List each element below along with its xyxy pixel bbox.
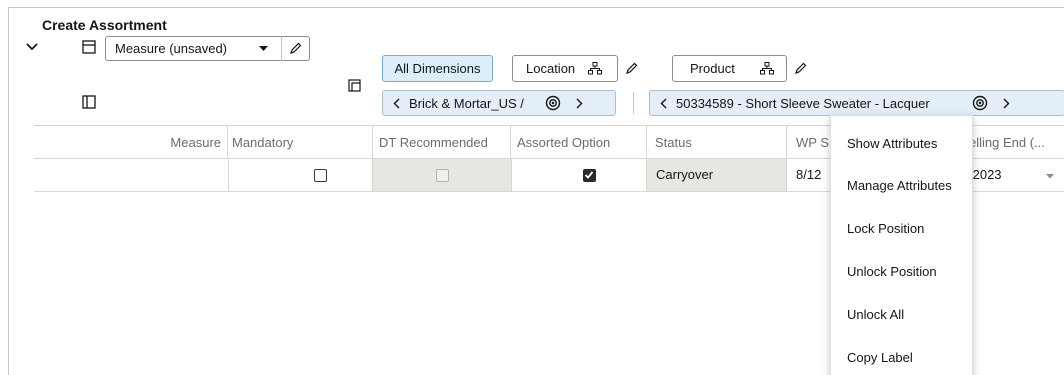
menu-item-unlock-all[interactable]: Unlock All: [847, 307, 904, 322]
previous-location-chevron-icon[interactable]: [383, 98, 409, 109]
dropdown-caret-icon[interactable]: [254, 45, 274, 52]
assorted-option-checkbox[interactable]: [583, 169, 596, 183]
collapse-chevron-down-icon[interactable]: [23, 37, 41, 57]
menu-item-manage-attributes[interactable]: Manage Attributes: [847, 178, 952, 193]
column-header-selling-end[interactable]: elling End (...: [969, 126, 1064, 159]
target-focus-icon[interactable]: [539, 95, 567, 111]
edit-pencil-icon[interactable]: [282, 42, 309, 55]
edit-product-pencil-icon[interactable]: [789, 58, 811, 78]
column-header-measure[interactable]: Measure: [34, 126, 228, 159]
hierarchy-icon[interactable]: [584, 62, 606, 75]
menu-item-lock-position[interactable]: Lock Position: [847, 221, 924, 236]
column-header-wp-start[interactable]: WP S: [787, 126, 832, 159]
context-menu: Show Attributes Manage Attributes Lock P…: [830, 115, 973, 375]
all-dimensions-button[interactable]: All Dimensions: [382, 55, 493, 82]
dt-recommended-cell: [373, 159, 512, 191]
column-header-status[interactable]: Status: [647, 126, 787, 159]
column-header-mandatory[interactable]: Mandatory: [228, 126, 373, 159]
mandatory-cell[interactable]: [228, 159, 373, 191]
location-crumb-text[interactable]: Brick & Mortar_US /: [409, 96, 539, 111]
location-dimension-tile[interactable]: Location: [512, 55, 618, 82]
next-product-chevron-icon[interactable]: [994, 98, 1018, 109]
location-breadcrumb: Brick & Mortar_US /: [382, 90, 616, 116]
dropdown-caret-icon[interactable]: [1044, 170, 1056, 182]
mandatory-checkbox[interactable]: [313, 169, 327, 183]
menu-item-copy-label[interactable]: Copy Label: [847, 350, 913, 365]
dt-recommended-checkbox: [435, 169, 449, 183]
hierarchy-icon[interactable]: [756, 62, 778, 75]
product-crumb-text[interactable]: 50334589 - Short Sleeve Sweater - Lacque…: [676, 96, 966, 111]
product-dimension-tile[interactable]: Product: [672, 55, 787, 82]
all-dimensions-label: All Dimensions: [394, 61, 481, 76]
status-cell: Carryover: [647, 159, 787, 191]
column-header-assorted-option[interactable]: Assorted Option: [511, 126, 647, 159]
layout-columns-icon[interactable]: [80, 93, 98, 111]
measure-cell: [34, 159, 229, 191]
previous-product-chevron-icon[interactable]: [650, 98, 676, 109]
create-assortment-panel: Create Assortment Measure (unsaved) All …: [8, 7, 1064, 375]
selling-end-cell[interactable]: /2023: [969, 159, 1029, 191]
measure-select-label: Measure (unsaved): [115, 41, 227, 56]
measure-selector[interactable]: Measure (unsaved): [105, 36, 310, 61]
assorted-option-cell[interactable]: [511, 159, 647, 191]
divider: [633, 92, 634, 114]
target-focus-icon[interactable]: [966, 95, 994, 111]
menu-item-show-attributes[interactable]: Show Attributes: [847, 136, 937, 151]
pivot-layout-icon[interactable]: [346, 77, 362, 93]
page-title: Create Assortment: [42, 17, 167, 33]
product-label: Product: [690, 61, 735, 76]
product-breadcrumb: 50334589 - Short Sleeve Sweater - Lacque…: [649, 90, 1064, 116]
wp-start-cell[interactable]: 8/12: [787, 159, 832, 191]
layout-rows-icon[interactable]: [80, 37, 98, 57]
next-location-chevron-icon[interactable]: [567, 98, 591, 109]
edit-location-pencil-icon[interactable]: [620, 58, 642, 78]
menu-item-unlock-position[interactable]: Unlock Position: [847, 264, 937, 279]
location-label: Location: [526, 61, 576, 76]
column-header-dt-recommended[interactable]: DT Recommended: [373, 126, 511, 159]
